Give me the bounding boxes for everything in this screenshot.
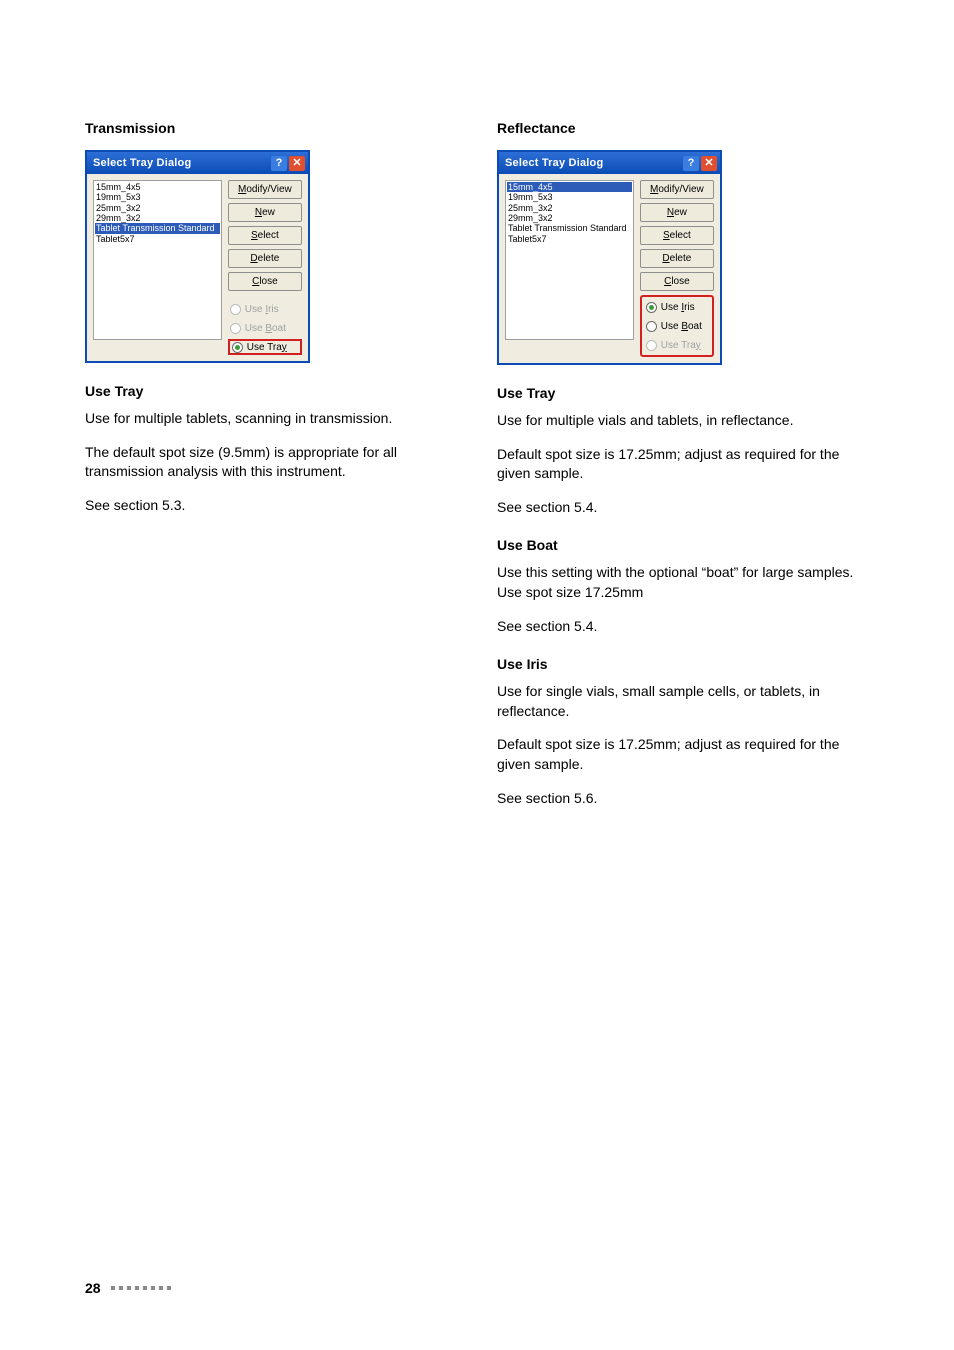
paragraph: See section 5.4. [497, 498, 869, 518]
paragraph: Default spot size is 17.25mm; adjust as … [497, 735, 869, 774]
new-button[interactable]: New [640, 203, 714, 222]
radio-group: Use Iris Use Boat Use Tray [644, 299, 710, 353]
tray-listbox[interactable]: 15mm_4x5 19mm_5x3 25mm_3x2 29mm_3x2 Tabl… [93, 180, 222, 340]
help-icon[interactable]: ? [271, 156, 287, 171]
page-footer: 28 [85, 1280, 171, 1296]
close-button[interactable]: Close [228, 272, 302, 291]
subheading-use-iris: Use Iris [497, 656, 869, 672]
list-item[interactable]: 25mm_3x2 [507, 203, 632, 213]
list-item[interactable]: Tablet Transmission Standard [95, 223, 220, 233]
paragraph: Use for single vials, small sample cells… [497, 682, 869, 721]
delete-button[interactable]: Delete [640, 249, 714, 268]
help-icon[interactable]: ? [683, 156, 699, 171]
list-item[interactable]: 19mm_5x3 [95, 192, 220, 202]
titlebar-text: Select Tray Dialog [93, 157, 191, 169]
paragraph: See section 5.6. [497, 789, 869, 809]
radio-icon [230, 323, 241, 334]
column-transmission: Transmission Select Tray Dialog ? ✕ 15mm… [85, 120, 457, 822]
radio-icon [646, 302, 657, 313]
radio-icon [646, 321, 657, 332]
use-iris-radio[interactable]: Use Iris [644, 299, 710, 315]
close-icon[interactable]: ✕ [701, 156, 717, 171]
subheading-use-tray: Use Tray [85, 383, 457, 399]
subheading-use-tray: Use Tray [497, 385, 869, 401]
paragraph: See section 5.3. [85, 496, 457, 516]
heading-reflectance: Reflectance [497, 120, 869, 136]
dialog-select-tray-reflectance: Select Tray Dialog ? ✕ 15mm_4x5 19mm_5x3… [497, 150, 722, 365]
page-number: 28 [85, 1280, 101, 1296]
use-tray-radio: Use Tray [644, 337, 710, 353]
list-item[interactable]: 15mm_4x5 [95, 182, 220, 192]
paragraph: Use for multiple tablets, scanning in tr… [85, 409, 457, 429]
delete-button[interactable]: Delete [228, 249, 302, 268]
list-item[interactable]: 29mm_3x2 [95, 213, 220, 223]
paragraph: Use this setting with the optional “boat… [497, 563, 869, 602]
close-icon[interactable]: ✕ [289, 156, 305, 171]
column-reflectance: Reflectance Select Tray Dialog ? ✕ 15mm_… [497, 120, 869, 822]
close-button[interactable]: Close [640, 272, 714, 291]
radio-group: Use Iris Use Boat Use Tray [228, 301, 302, 355]
list-item[interactable]: 29mm_3x2 [507, 213, 632, 223]
radio-icon [232, 342, 243, 353]
paragraph: Use for multiple vials and tablets, in r… [497, 411, 869, 431]
paragraph: See section 5.4. [497, 617, 869, 637]
list-item[interactable]: 19mm_5x3 [507, 192, 632, 202]
use-iris-radio: Use Iris [228, 301, 302, 317]
new-button[interactable]: New [228, 203, 302, 222]
modify-view-button[interactable]: Modify/View [640, 180, 714, 199]
list-item[interactable]: Tablet5x7 [95, 234, 220, 244]
list-item[interactable]: 15mm_4x5 [507, 182, 632, 192]
select-button[interactable]: Select [640, 226, 714, 245]
list-item[interactable]: Tablet5x7 [507, 234, 632, 244]
paragraph: The default spot size (9.5mm) is appropr… [85, 443, 457, 482]
dialog-select-tray-transmission: Select Tray Dialog ? ✕ 15mm_4x5 19mm_5x3… [85, 150, 310, 363]
subheading-use-boat: Use Boat [497, 537, 869, 553]
radio-icon [230, 304, 241, 315]
tray-listbox[interactable]: 15mm_4x5 19mm_5x3 25mm_3x2 29mm_3x2 Tabl… [505, 180, 634, 340]
titlebar: Select Tray Dialog ? ✕ [499, 152, 720, 174]
select-button[interactable]: Select [228, 226, 302, 245]
modify-view-button[interactable]: Modify/View [228, 180, 302, 199]
use-boat-radio: Use Boat [228, 320, 302, 336]
footer-dots-icon [111, 1286, 171, 1290]
heading-transmission: Transmission [85, 120, 457, 136]
use-tray-radio[interactable]: Use Tray [228, 339, 302, 355]
list-item[interactable]: Tablet Transmission Standard [507, 223, 632, 233]
radio-icon [646, 340, 657, 351]
titlebar: Select Tray Dialog ? ✕ [87, 152, 308, 174]
titlebar-text: Select Tray Dialog [505, 157, 603, 169]
list-item[interactable]: 25mm_3x2 [95, 203, 220, 213]
radio-group-highlighted: Use Iris Use Boat Use Tray [640, 295, 714, 357]
paragraph: Default spot size is 17.25mm; adjust as … [497, 445, 869, 484]
use-boat-radio[interactable]: Use Boat [644, 318, 710, 334]
